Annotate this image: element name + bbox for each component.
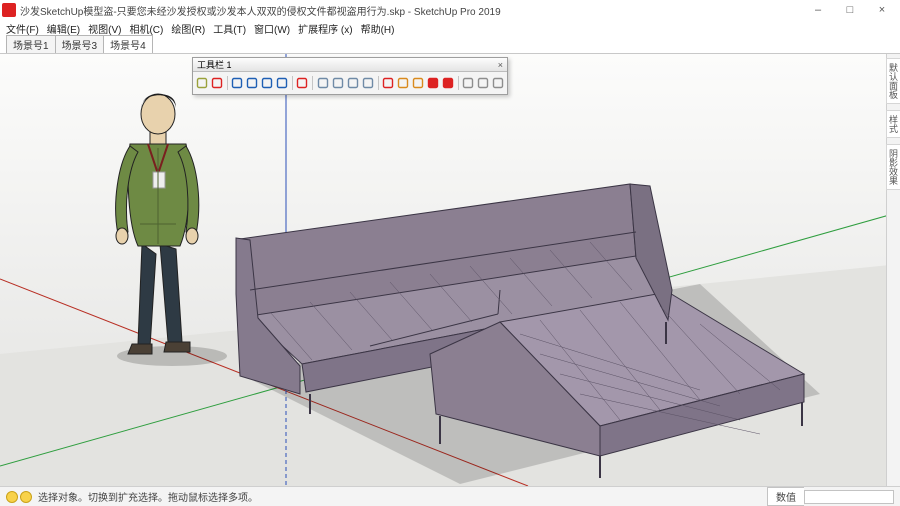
scene-tab-3[interactable]: 场景号4 bbox=[103, 35, 153, 53]
menubar: 文件(F) 编辑(E) 视图(V) 相机(C) 绘图(R) 工具(T) 窗口(W… bbox=[0, 20, 900, 36]
globe-4-icon[interactable] bbox=[362, 76, 374, 90]
select-blue-1[interactable] bbox=[231, 76, 243, 90]
red-dot-icon[interactable] bbox=[296, 76, 308, 90]
menu-help[interactable]: 帮助(H) bbox=[359, 21, 397, 36]
menu-view[interactable]: 视图(V) bbox=[86, 21, 123, 36]
globe-1-icon[interactable] bbox=[317, 76, 329, 90]
viewport[interactable]: 默认面板 样式 阴影效果 工具栏 1 × bbox=[0, 54, 900, 486]
app-icon bbox=[2, 3, 16, 17]
box-icon[interactable] bbox=[397, 76, 409, 90]
arrow-icon[interactable] bbox=[492, 76, 504, 90]
measurement-label: 数值 bbox=[767, 487, 804, 506]
cube-icon[interactable] bbox=[412, 76, 424, 90]
edit-icon[interactable] bbox=[196, 76, 208, 90]
menu-tools[interactable]: 工具(T) bbox=[211, 21, 248, 36]
toolbar-title: 工具栏 1 bbox=[197, 58, 232, 71]
select-blue-4[interactable] bbox=[276, 76, 288, 90]
toolbar-close-icon[interactable]: × bbox=[498, 60, 503, 70]
menu-window[interactable]: 窗口(W) bbox=[252, 21, 292, 36]
tray-tab-3[interactable]: 阴影效果 bbox=[886, 144, 900, 190]
close-button[interactable]: × bbox=[866, 1, 898, 19]
warning-icon-2[interactable] bbox=[20, 491, 32, 503]
measurement-input[interactable] bbox=[804, 490, 894, 504]
window-title: 沙发SketchUp模型盗-只要您未经沙发授权或沙发本人双双的侵权文件都视盗用行… bbox=[20, 3, 802, 18]
figure-person bbox=[116, 94, 199, 354]
menu-camera[interactable]: 相机(C) bbox=[127, 21, 165, 36]
tray-tab-1[interactable]: 默认面板 bbox=[886, 58, 900, 104]
statusbar: 选择对象。切换到扩充选择。拖动鼠标选择多项。 数值 bbox=[0, 486, 900, 506]
gear-icon[interactable] bbox=[382, 76, 394, 90]
minimize-button[interactable]: – bbox=[802, 1, 834, 19]
rect-icon[interactable] bbox=[211, 76, 223, 90]
menu-edit[interactable]: 编辑(E) bbox=[45, 21, 82, 36]
select-blue-2[interactable] bbox=[246, 76, 258, 90]
tray-bar: 默认面板 样式 阴影效果 bbox=[886, 54, 900, 486]
floating-toolbar[interactable]: 工具栏 1 × bbox=[192, 57, 508, 95]
link-icon[interactable] bbox=[462, 76, 474, 90]
globe-3-icon[interactable] bbox=[347, 76, 359, 90]
toolbar-row bbox=[193, 72, 507, 94]
globe-2-icon[interactable] bbox=[332, 76, 344, 90]
menu-file[interactable]: 文件(F) bbox=[4, 21, 41, 36]
scene-tabs: 场景号1 场景号3 场景号4 bbox=[0, 36, 900, 54]
select-blue-3[interactable] bbox=[261, 76, 273, 90]
camera2-red-icon[interactable] bbox=[442, 76, 454, 90]
camera-red-icon[interactable] bbox=[427, 76, 439, 90]
titlebar: 沙发SketchUp模型盗-只要您未经沙发授权或沙发本人双双的侵权文件都视盗用行… bbox=[0, 0, 900, 20]
scene-tab-1[interactable]: 场景号1 bbox=[6, 35, 56, 53]
toolbar-titlebar[interactable]: 工具栏 1 × bbox=[193, 58, 507, 72]
menu-draw[interactable]: 绘图(R) bbox=[169, 21, 207, 36]
warning-icon[interactable] bbox=[6, 491, 18, 503]
tray-tab-2[interactable]: 样式 bbox=[886, 110, 900, 138]
status-message: 选择对象。切换到扩充选择。拖动鼠标选择多项。 bbox=[34, 489, 767, 504]
page-icon[interactable] bbox=[477, 76, 489, 90]
scene-canvas bbox=[0, 54, 900, 486]
maximize-button[interactable]: □ bbox=[834, 1, 866, 19]
scene-tab-2[interactable]: 场景号3 bbox=[55, 35, 105, 53]
window-controls: – □ × bbox=[802, 1, 898, 19]
menu-ext[interactable]: 扩展程序 (x) bbox=[296, 21, 354, 36]
